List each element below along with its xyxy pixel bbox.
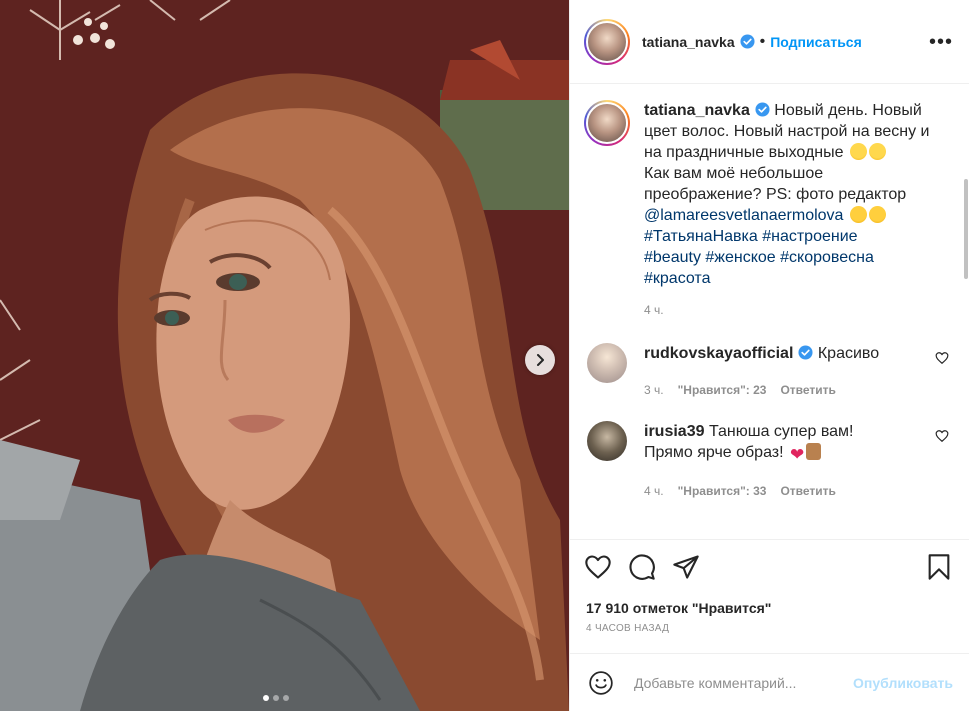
verified-badge-icon	[740, 34, 755, 49]
caption-mention[interactable]: @lamareesvetlanaermolova	[644, 207, 843, 224]
comments-scrollbar[interactable]	[963, 174, 969, 539]
carousel-dot	[273, 695, 279, 701]
reply-button[interactable]: Ответить	[780, 380, 835, 401]
rofl-emoji	[868, 206, 886, 223]
scrollbar-thumb[interactable]	[964, 179, 968, 279]
post-photo[interactable]	[0, 0, 569, 711]
carousel-next-button[interactable]	[525, 345, 555, 375]
comment-meta: 3 ч. "Нравится": 23 Ответить	[644, 380, 904, 401]
comment-icon	[629, 553, 655, 580]
post-header: tatiana_navka • Подписаться •••	[570, 0, 969, 84]
reply-button[interactable]: Ответить	[780, 481, 835, 502]
comment-like-heart-icon[interactable]	[935, 351, 949, 365]
comment-likes[interactable]: "Нравится": 23	[678, 380, 767, 401]
header-separator: •	[759, 32, 766, 50]
instagram-post-view: tatiana_navka • Подписаться ••• tatiana_…	[0, 0, 969, 711]
commenter-avatar[interactable]	[587, 343, 627, 383]
heart-icon	[585, 554, 611, 579]
post-caption: tatiana_navka Новый день. Новый цвет вол…	[584, 100, 953, 289]
smiley-icon	[589, 670, 613, 695]
carousel-dot	[263, 695, 269, 701]
carousel-indicator	[263, 695, 289, 701]
carousel-dot	[283, 695, 289, 701]
comment-time[interactable]: 4 ч.	[644, 481, 664, 502]
share-button[interactable]	[672, 553, 700, 581]
commenter-avatar[interactable]	[587, 421, 627, 461]
caption-avatar[interactable]	[584, 100, 630, 146]
comment-author[interactable]: rudkovskayaofficial	[644, 345, 793, 362]
caption-text-2: Как вам моё небольшое преображение? PS: …	[644, 165, 907, 203]
smiling-emoji	[868, 143, 886, 160]
more-options-button[interactable]: •••	[929, 32, 953, 52]
caption-hashtags[interactable]: #beauty #женское #скоровесна	[644, 249, 874, 266]
comment-time[interactable]: 3 ч.	[644, 380, 664, 401]
bookmark-icon	[928, 553, 950, 580]
comment-composer: Опубликовать	[570, 653, 969, 711]
comment-button[interactable]	[628, 553, 656, 581]
red-heart-emoji: ❤	[790, 445, 805, 464]
comment-author[interactable]: irusia39	[644, 423, 704, 440]
save-button[interactable]	[925, 553, 953, 581]
comment-input[interactable]	[634, 674, 830, 691]
caption-hashtags[interactable]: #красота	[644, 270, 710, 287]
caption-time[interactable]: 4 ч.	[644, 303, 953, 317]
comment-item: rudkovskayaofficial Красиво 3 ч. "Нравит…	[584, 343, 953, 401]
paper-plane-icon	[673, 554, 699, 579]
post-side-panel: tatiana_navka • Подписаться ••• tatiana_…	[569, 0, 969, 711]
comments-list[interactable]: tatiana_navka Новый день. Новый цвет вол…	[570, 84, 969, 539]
comment-item: irusia39 Танюша супер вам! Прямо ярче об…	[584, 421, 953, 502]
verified-badge-icon	[798, 345, 813, 360]
chevron-right-icon	[537, 354, 544, 366]
thumbs-up-emoji	[806, 443, 822, 460]
author-username[interactable]: tatiana_navka	[642, 34, 735, 50]
follow-button[interactable]: Подписаться	[770, 34, 862, 50]
post-actions	[570, 539, 969, 593]
post-timestamp[interactable]: 4 ЧАСОВ НАЗАД	[570, 623, 969, 639]
kissing-emoji	[849, 206, 867, 223]
winking-tongue-emoji	[849, 143, 867, 160]
verified-badge-icon	[755, 102, 770, 117]
emoji-picker-button[interactable]	[588, 670, 614, 696]
caption-hashtags[interactable]: #ТатьянаНавка #настроение	[644, 228, 858, 245]
caption-author[interactable]: tatiana_navka	[644, 102, 750, 119]
author-avatar[interactable]	[584, 18, 630, 65]
photo-image	[0, 0, 569, 711]
comment-meta: 4 ч. "Нравится": 33 Ответить	[644, 481, 904, 502]
like-button[interactable]	[584, 553, 612, 581]
publish-button[interactable]: Опубликовать	[853, 675, 953, 691]
likes-count[interactable]: 17 910 отметок "Нравится"	[570, 597, 969, 619]
comment-like-heart-icon[interactable]	[935, 429, 949, 443]
comment-text: Красиво	[817, 345, 880, 362]
comment-likes[interactable]: "Нравится": 33	[678, 481, 767, 502]
